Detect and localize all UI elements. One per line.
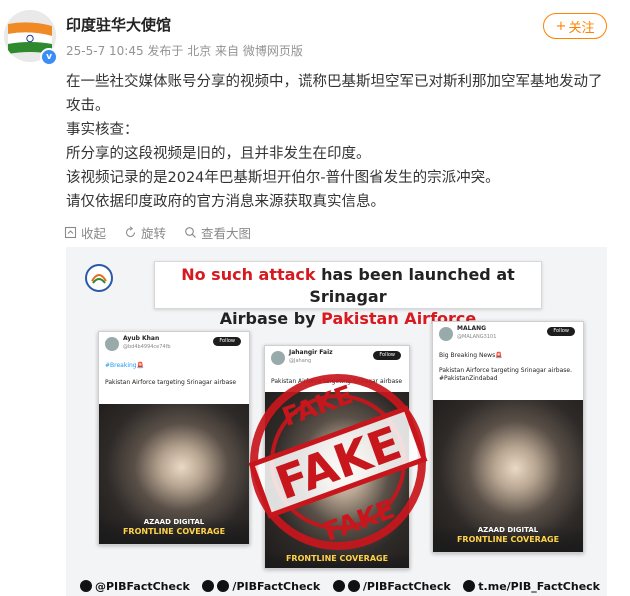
rotate-button[interactable]: 旋转 xyxy=(124,223,166,242)
post-body: 在一些社交媒体账号分享的视频中，谎称巴基斯坦空军已对斯利那加空军基地发动了攻击。… xyxy=(66,70,616,214)
social-handles-bar: @PIBFactCheck /PIBFactCheck /PIBFactChec… xyxy=(80,577,600,595)
plus-icon: + xyxy=(555,18,567,34)
post-line: 事实核查： xyxy=(66,122,139,138)
social-handle: /PIBFactCheck xyxy=(202,580,320,593)
tweet-follow-button: Follow xyxy=(373,351,401,360)
view-large-button[interactable]: 查看大图 xyxy=(184,223,251,242)
tweet-username: Jahangir Faiz xyxy=(289,349,333,356)
collapse-icon xyxy=(64,226,77,239)
threads-icon xyxy=(332,580,345,592)
headline-banner: No such attack has been launched at Srin… xyxy=(154,261,542,328)
tweet-follow-button: Follow xyxy=(213,337,241,346)
banner-text: has been launched at Srinagar xyxy=(309,265,515,306)
pib-logo-icon xyxy=(85,264,113,292)
rotate-icon xyxy=(125,226,136,238)
follow-label: 关注 xyxy=(568,20,595,36)
follow-button[interactable]: + 关注 xyxy=(543,13,607,39)
video-frame: AZAAD DIGITAL FRONTLINE COVERAGE xyxy=(433,400,583,552)
avatar xyxy=(105,337,119,351)
tweet-text: Pakistan Airforce targeting Srinagar air… xyxy=(105,379,237,386)
stamp-text: FAKE xyxy=(278,380,357,433)
social-handle-text: t.me/PIB_FactCheck xyxy=(478,579,600,593)
tweet-tag: #Breaking🚨 xyxy=(105,362,145,369)
collapse-button[interactable]: 收起 xyxy=(64,223,106,242)
x-icon xyxy=(80,580,92,592)
tweet-handle: @MALANG3101 xyxy=(457,334,497,340)
avatar xyxy=(439,327,453,341)
social-handle: t.me/PIB_FactCheck xyxy=(463,580,600,593)
post-image[interactable]: No such attack has been launched at Srin… xyxy=(66,247,607,596)
post-line: 所分享的这段视频是旧的，且并非发生在印度。 xyxy=(66,146,371,162)
instagram-icon xyxy=(217,580,230,592)
banner-highlight: No such attack xyxy=(181,265,316,284)
tweet-screenshot: MALANG @MALANG3101 Follow Big Breaking N… xyxy=(432,321,584,553)
account-name[interactable]: 印度驻华大使馆 xyxy=(66,14,171,35)
tweet-username: Ayub Khan xyxy=(123,335,160,342)
banner-text: Airbase by xyxy=(219,309,322,328)
view-large-label: 查看大图 xyxy=(201,226,252,241)
social-handle-text: /PIBFactCheck xyxy=(232,579,321,593)
video-frame: AZAAD DIGITAL FRONTLINE COVERAGE xyxy=(99,404,249,544)
verified-badge-icon: v xyxy=(40,48,58,66)
post-line: 在一些社交媒体账号分享的视频中，谎称巴基斯坦空军已对斯利那加空军基地发动了攻击。 xyxy=(66,74,603,114)
rotate-label: 旋转 xyxy=(141,226,167,241)
tweet-follow-button: Follow xyxy=(547,327,575,336)
collapse-label: 收起 xyxy=(81,226,107,241)
social-handle: /PIBFactCheck xyxy=(332,579,451,593)
post-line: 该视频记录的是2024年巴基斯坦开伯尔-普什图省发生的宗派冲突。 xyxy=(66,170,500,186)
tweet-screenshot: Ayub Khan @bd4b4994ce74fb Follow #Breaki… xyxy=(98,331,250,545)
youtube-icon xyxy=(347,580,360,592)
social-handle-text: /PIBFactCheck xyxy=(362,579,451,593)
fake-stamp-icon: FAKE FAKE FAKE xyxy=(248,374,428,550)
video-caption: FRONTLINE COVERAGE xyxy=(122,527,226,536)
facebook-icon xyxy=(202,580,215,592)
social-handle: @PIBFactCheck xyxy=(80,580,190,593)
tweet-handle: @bd4b4994ce74fb xyxy=(123,344,171,350)
social-handle-text: @PIBFactCheck xyxy=(95,579,190,593)
video-caption: AZAAD DIGITAL xyxy=(477,526,539,534)
avatar xyxy=(271,351,285,365)
magnify-icon xyxy=(185,227,196,238)
tweet-username: MALANG xyxy=(457,325,487,332)
tweet-tag: Big Breaking News🚨 xyxy=(439,352,503,359)
telegram-icon xyxy=(463,580,476,592)
tweet-text: Pakistan Airforce targeting Srinagar air… xyxy=(439,367,573,382)
video-caption: FRONTLINE COVERAGE xyxy=(456,535,560,544)
post-line: 请仅依据印度政府的官方消息来源获取真实信息。 xyxy=(66,194,385,210)
video-caption: AZAAD DIGITAL xyxy=(143,518,205,526)
tweet-handle: @Jahang xyxy=(289,358,312,364)
post-meta: 25-5-7 10:45 发布于 北京 来自 微博网页版 xyxy=(66,44,303,58)
image-toolbar: 收起 旋转 查看大图 xyxy=(64,223,251,242)
